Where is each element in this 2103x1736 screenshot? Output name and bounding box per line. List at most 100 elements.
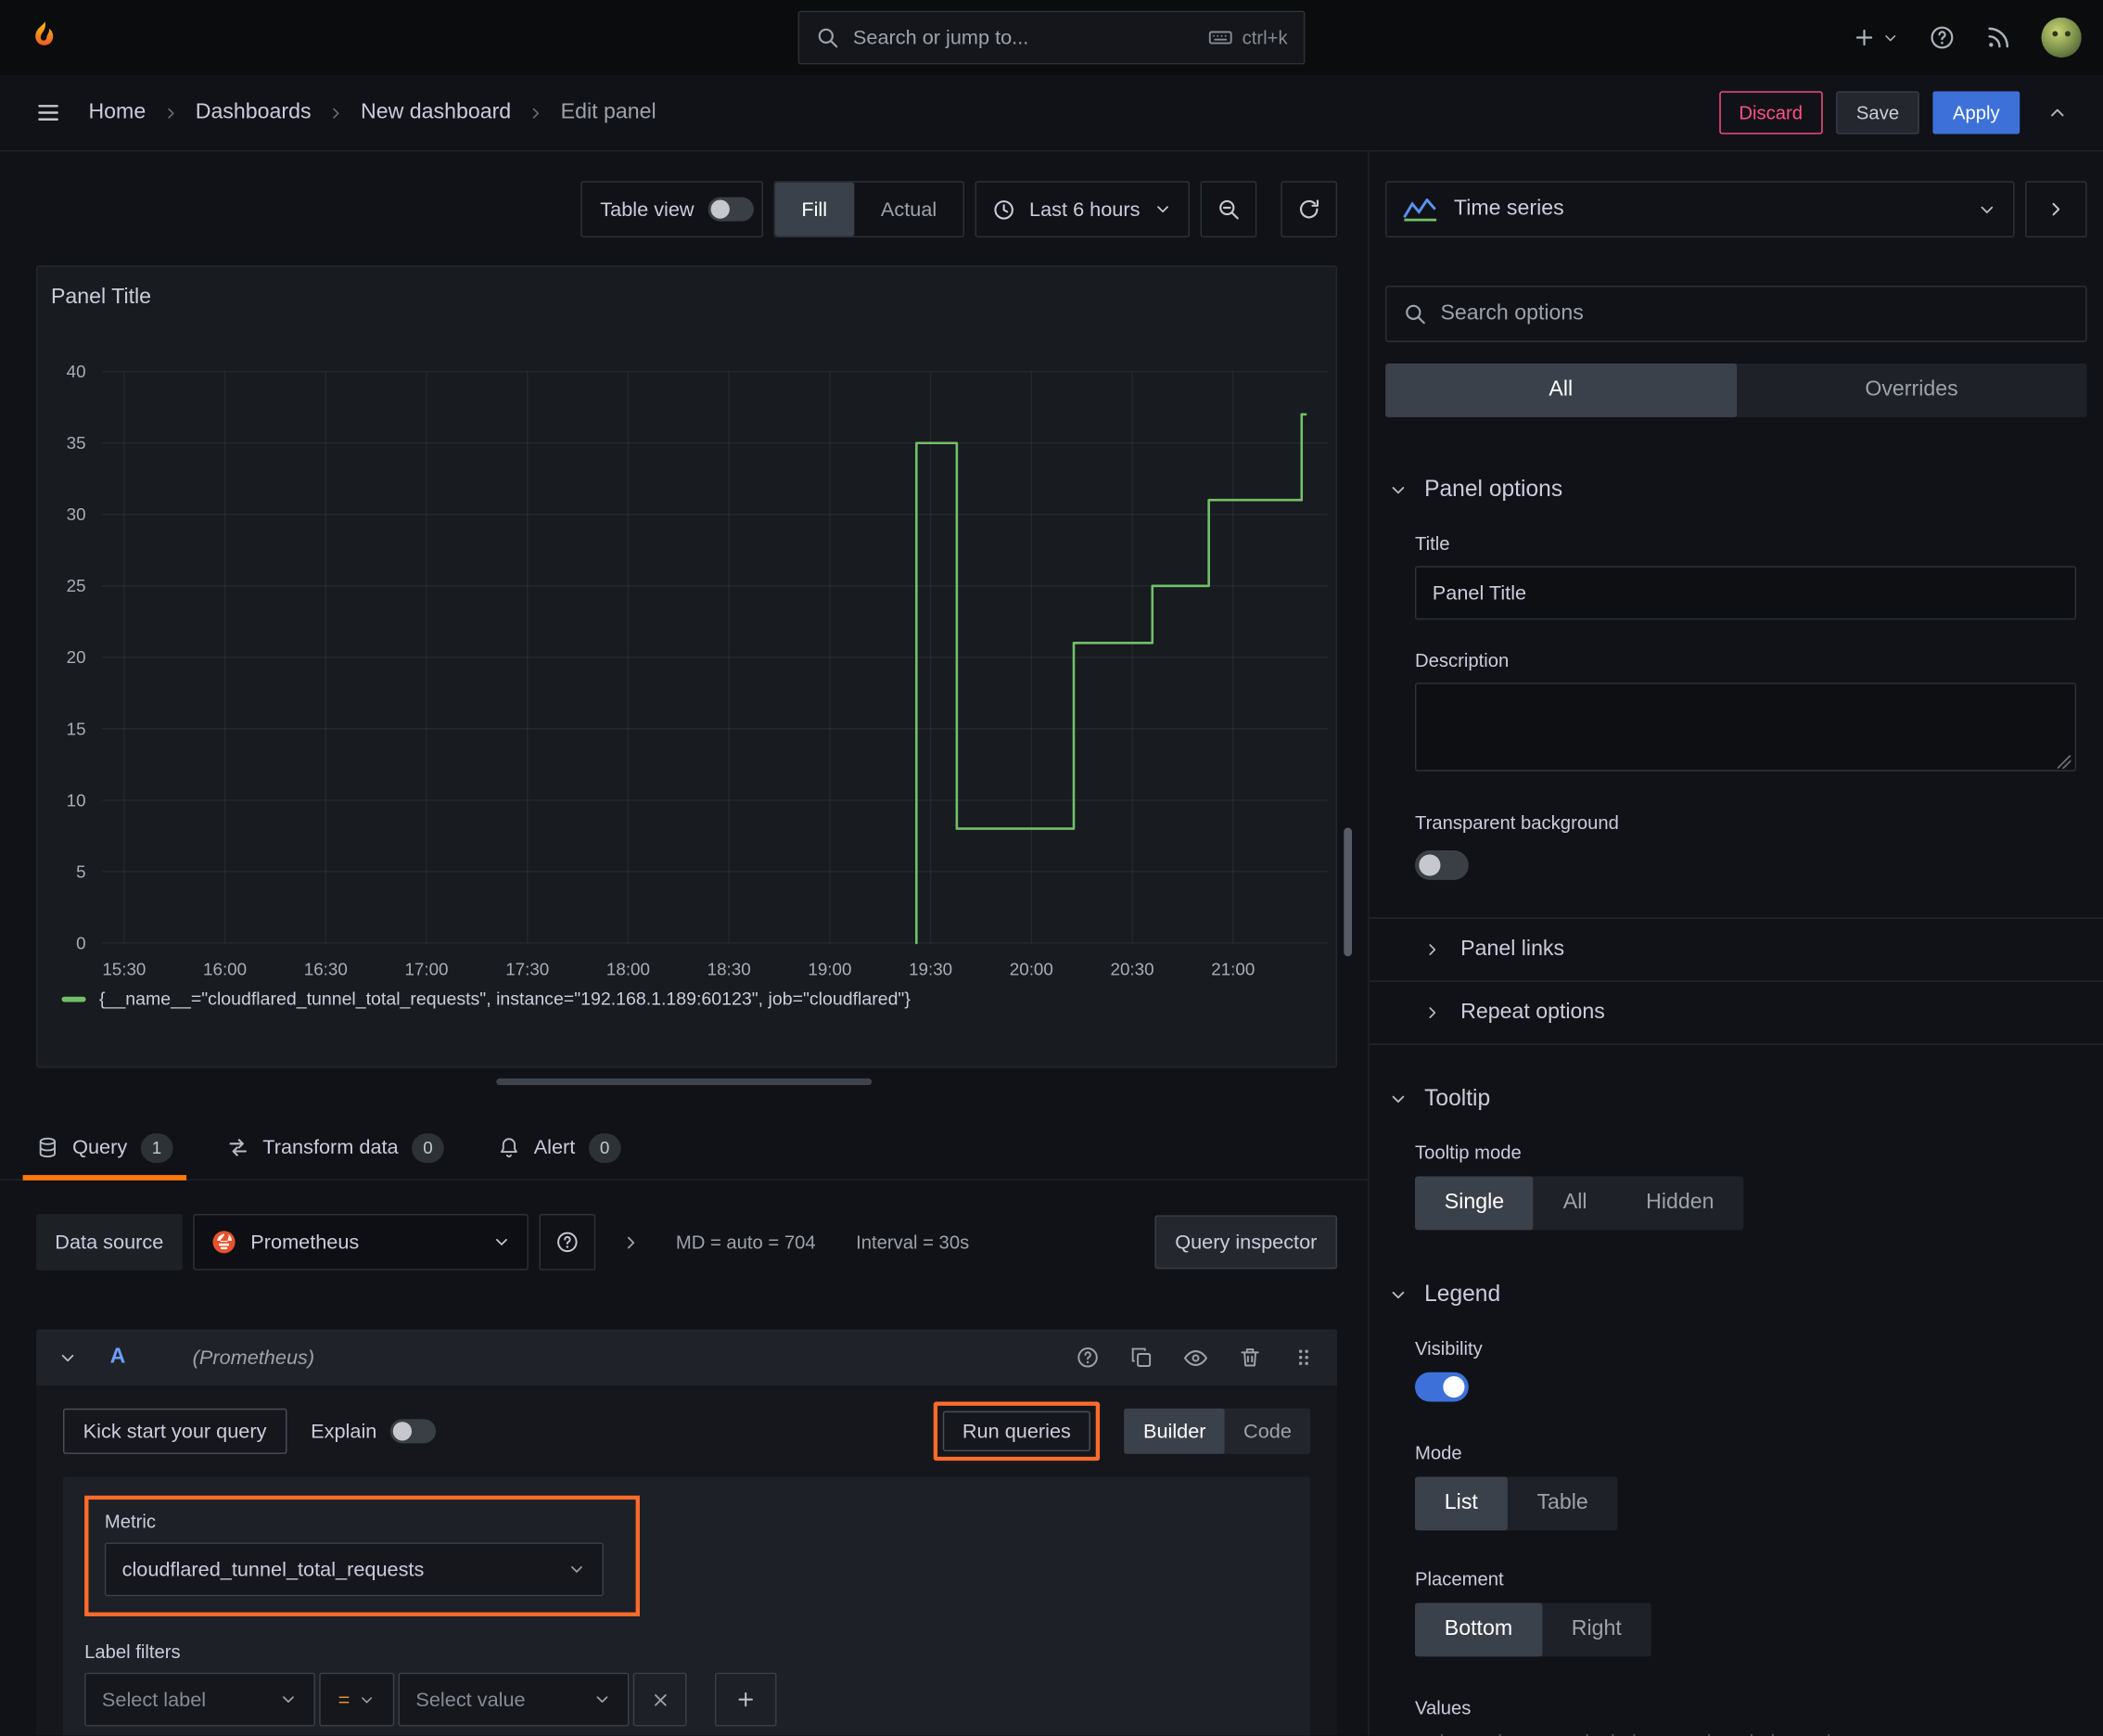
query-options-toggle[interactable] [606, 1214, 657, 1270]
panel-description-input[interactable] [1414, 683, 2077, 772]
datasource-help-button[interactable] [539, 1214, 596, 1270]
refresh-button[interactable] [1281, 181, 1338, 238]
top-nav: ctrl+k [0, 0, 2103, 76]
tab-overrides[interactable]: Overrides [1736, 364, 2086, 417]
add-filter-button[interactable] [714, 1672, 777, 1727]
legend-mode-group: List Table [1414, 1476, 1618, 1531]
search-icon [815, 25, 839, 49]
duplicate-query-icon[interactable] [1129, 1346, 1153, 1370]
apply-button[interactable]: Apply [1932, 91, 2020, 134]
legend-placement-right[interactable]: Right [1542, 1602, 1651, 1656]
panel-links-section[interactable]: Panel links [1423, 919, 2103, 981]
panel-title[interactable]: Panel Title [51, 286, 151, 310]
tab-alert[interactable]: Alert 0 [498, 1116, 621, 1179]
remove-filter-button[interactable] [632, 1672, 687, 1727]
collapse-header-button[interactable] [2033, 91, 2082, 134]
value-select[interactable]: Select value [398, 1672, 630, 1727]
svg-text:20:30: 20:30 [1111, 960, 1154, 979]
datasource-label: Data source [36, 1214, 183, 1270]
code-option[interactable]: Code [1225, 1409, 1310, 1454]
svg-text:15: 15 [67, 719, 86, 738]
label-select[interactable]: Select label [84, 1672, 315, 1727]
query-count-badge: 1 [140, 1132, 173, 1163]
time-series-chart[interactable]: 0 5 10 15 20 25 30 35 40 15:30 16:00 16:30 17:00 17:3… [38, 342, 1339, 986]
collapse-options-button[interactable] [2025, 181, 2087, 238]
legend-header[interactable]: Legend [1370, 1281, 2103, 1308]
tooltip-mode-single[interactable]: Single [1414, 1176, 1534, 1231]
transform-icon [226, 1136, 249, 1159]
title-field-label: Title [1414, 532, 1450, 555]
legend-mode-list[interactable]: List [1414, 1476, 1508, 1531]
metric-label: Metric [104, 1510, 156, 1532]
chevron-down-icon [358, 1691, 376, 1708]
table-view-toggle[interactable]: Table view [580, 181, 763, 238]
legend-placement-bottom[interactable]: Bottom [1414, 1602, 1542, 1657]
run-queries-button[interactable]: Run queries [942, 1410, 1091, 1452]
grafana-logo-icon[interactable] [21, 15, 67, 60]
breadcrumb-new-dashboard[interactable]: New dashboard [361, 100, 511, 124]
new-menu-button[interactable] [1853, 25, 1900, 49]
global-search[interactable]: ctrl+k [797, 10, 1306, 65]
annotation-highlight: Metric cloudflared_tunnel_total_requests [84, 1495, 640, 1616]
breadcrumb-dashboards[interactable]: Dashboards [196, 100, 312, 124]
table-view-label: Table view [600, 198, 695, 221]
resize-grip-icon[interactable] [2057, 755, 2071, 769]
transparent-bg-switch[interactable] [1414, 850, 1469, 880]
kick-start-button[interactable]: Kick start your query [62, 1408, 287, 1454]
query-datasource-hint: (Prometheus) [192, 1346, 315, 1370]
mega-menu-button[interactable] [21, 86, 75, 140]
tooltip-mode-hidden[interactable]: Hidden [1616, 1177, 1743, 1231]
fill-option[interactable]: Fill [774, 182, 854, 236]
disable-query-icon[interactable] [1183, 1345, 1208, 1370]
legend-item[interactable]: {__name__="cloudflared_tunnel_total_requ… [61, 989, 911, 1009]
bell-icon [498, 1136, 521, 1159]
operator-select[interactable]: = [319, 1672, 395, 1727]
save-button[interactable]: Save [1836, 91, 1919, 134]
zoom-out-time-button[interactable] [1200, 181, 1257, 238]
tab-query[interactable]: Query 1 [22, 1116, 186, 1181]
scrollbar-thumb[interactable] [1344, 827, 1353, 957]
chevron-down-icon[interactable] [57, 1347, 78, 1368]
explain-switch[interactable] [389, 1419, 436, 1444]
svg-text:5: 5 [76, 862, 85, 881]
legend-placement-label: Placement [1414, 1567, 1504, 1590]
pane-resize-handle[interactable] [496, 1078, 873, 1086]
legend-visibility-switch[interactable] [1414, 1372, 1469, 1402]
query-options-summary: MD = auto = 704 Interval = 30s [676, 1232, 969, 1253]
table-view-switch[interactable] [707, 197, 754, 222]
actual-option[interactable]: Actual [854, 183, 963, 236]
tooltip-header[interactable]: Tooltip [1370, 1085, 2103, 1112]
svg-text:25: 25 [67, 576, 86, 595]
panel-options-header[interactable]: Panel options [1370, 476, 2103, 503]
global-search-input[interactable] [852, 26, 1194, 49]
user-avatar[interactable] [2041, 17, 2082, 58]
repeat-options-section[interactable]: Repeat options [1423, 982, 2103, 1044]
legend-mode-label: Mode [1414, 1441, 1462, 1464]
tooltip-mode-all[interactable]: All [1534, 1177, 1616, 1231]
tab-all[interactable]: All [1385, 363, 1737, 417]
visualization-picker[interactable]: Time series [1385, 181, 2015, 238]
datasource-picker[interactable]: Prometheus [193, 1214, 529, 1270]
panel-title-input[interactable] [1414, 566, 2077, 620]
tab-transform-data[interactable]: Transform data 0 [226, 1116, 444, 1179]
tab-transform-label: Transform data [262, 1136, 399, 1159]
news-button[interactable] [1985, 24, 2012, 51]
query-inspector-button[interactable]: Query inspector [1154, 1215, 1338, 1270]
options-search-input[interactable] [1440, 301, 2070, 326]
time-range-picker[interactable]: Last 6 hours [975, 181, 1190, 238]
options-search[interactable] [1385, 286, 2087, 342]
help-button[interactable] [1929, 24, 1956, 51]
query-help-icon[interactable] [1076, 1346, 1100, 1370]
breadcrumb-home[interactable]: Home [88, 100, 146, 124]
query-row-header[interactable]: A (Prometheus) [36, 1329, 1338, 1386]
discard-button[interactable]: Discard [1718, 91, 1823, 134]
panel-options-heading: Panel options [1424, 476, 1563, 502]
legend-mode-table[interactable]: Table [1508, 1477, 1618, 1531]
metric-select[interactable]: cloudflared_tunnel_total_requests [104, 1542, 604, 1597]
builder-option[interactable]: Builder [1124, 1408, 1225, 1454]
explain-label: Explain [311, 1420, 377, 1443]
search-shortcut: ctrl+k [1207, 24, 1288, 51]
database-icon [36, 1136, 59, 1159]
drag-handle-icon[interactable] [1292, 1346, 1316, 1370]
delete-query-icon[interactable] [1238, 1346, 1262, 1370]
